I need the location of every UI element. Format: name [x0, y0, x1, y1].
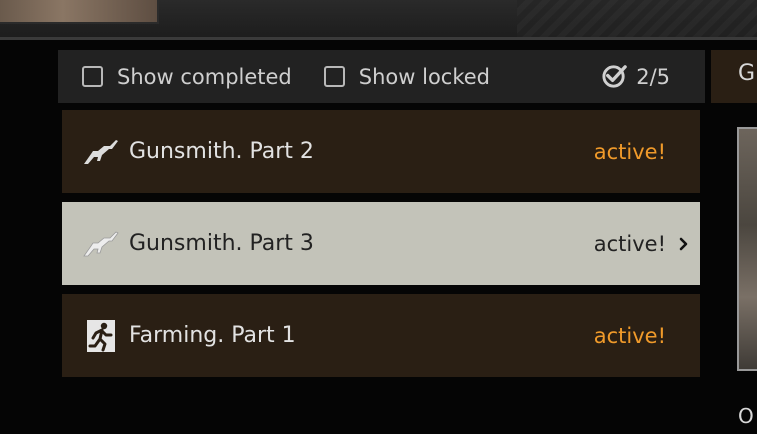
- quest-detail-header: G: [711, 50, 757, 103]
- check-circle-icon: [602, 65, 627, 88]
- progress-count: 2/5: [636, 64, 670, 89]
- quest-filter-bar: Show completed Show locked 2/5: [58, 50, 705, 103]
- quest-name: Farming. Part 1: [129, 323, 296, 348]
- rifle-icon: [82, 133, 120, 171]
- quest-status: active!: [593, 323, 666, 348]
- quest-row[interactable]: Farming. Part 1 active!: [62, 294, 700, 377]
- quest-list: Gunsmith. Part 2 active! Gunsmith. Part …: [62, 110, 700, 386]
- show-locked-toggle[interactable]: Show locked: [323, 64, 490, 89]
- top-strip: [0, 0, 757, 40]
- show-completed-checkbox[interactable]: [82, 66, 103, 87]
- rifle-icon: [82, 225, 120, 263]
- show-locked-checkbox[interactable]: [323, 66, 345, 87]
- quest-status: active!: [593, 139, 666, 164]
- quest-detail-image: [737, 127, 757, 371]
- quest-progress-counter: 2/5: [601, 63, 670, 90]
- running-man-icon: [82, 317, 120, 355]
- quest-name: Gunsmith. Part 3: [129, 231, 314, 256]
- quest-name: Gunsmith. Part 2: [129, 139, 314, 164]
- top-decorative-stripes: [517, 0, 757, 38]
- trader-portrait: [0, 0, 159, 24]
- quest-row[interactable]: Gunsmith. Part 2 active!: [62, 110, 700, 193]
- show-locked-label: Show locked: [358, 64, 490, 89]
- quest-detail-text: O: [738, 404, 754, 428]
- chevron-right-icon: [679, 237, 688, 250]
- show-completed-label: Show completed: [117, 64, 292, 89]
- show-completed-toggle[interactable]: Show completed: [82, 65, 292, 89]
- quest-status: active!: [593, 231, 666, 256]
- quest-row-selected[interactable]: Gunsmith. Part 3 active!: [62, 202, 700, 285]
